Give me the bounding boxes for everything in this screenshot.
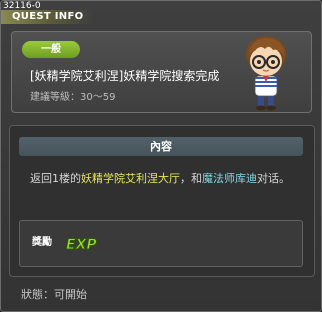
- reward-label: 獎勵: [32, 237, 52, 248]
- description-text: 对话。: [257, 172, 290, 185]
- description-text: 返回1楼的: [30, 172, 81, 185]
- npc-link[interactable]: 魔法师库迪: [202, 172, 257, 185]
- quest-level-requirement: 建議等級：30～59: [30, 92, 116, 103]
- exp-icon-text: EXP: [66, 237, 97, 252]
- quest-info-window: 32116-0 QUEST INFO 一般 [妖精学院艾利涅]妖精学院搜索完成 …: [0, 0, 322, 312]
- npc-portrait-icon: [246, 36, 286, 111]
- description-text: ，和: [180, 172, 202, 185]
- quest-name: [妖精学院艾利涅]妖精学院搜索完成: [30, 69, 220, 83]
- quest-type-badge: 一般: [22, 41, 80, 58]
- quest-status: 狀態：可開始: [21, 288, 87, 301]
- location-link[interactable]: 妖精学院艾利涅大厅: [81, 172, 180, 185]
- exp-icon: EXP: [66, 237, 98, 253]
- window-title: QUEST INFO: [12, 11, 84, 22]
- content-header: 內容: [19, 137, 303, 156]
- reward-box: [19, 220, 303, 267]
- quest-description: 返回1楼的妖精学院艾利涅大厅，和魔法师库迪对话。: [30, 169, 300, 189]
